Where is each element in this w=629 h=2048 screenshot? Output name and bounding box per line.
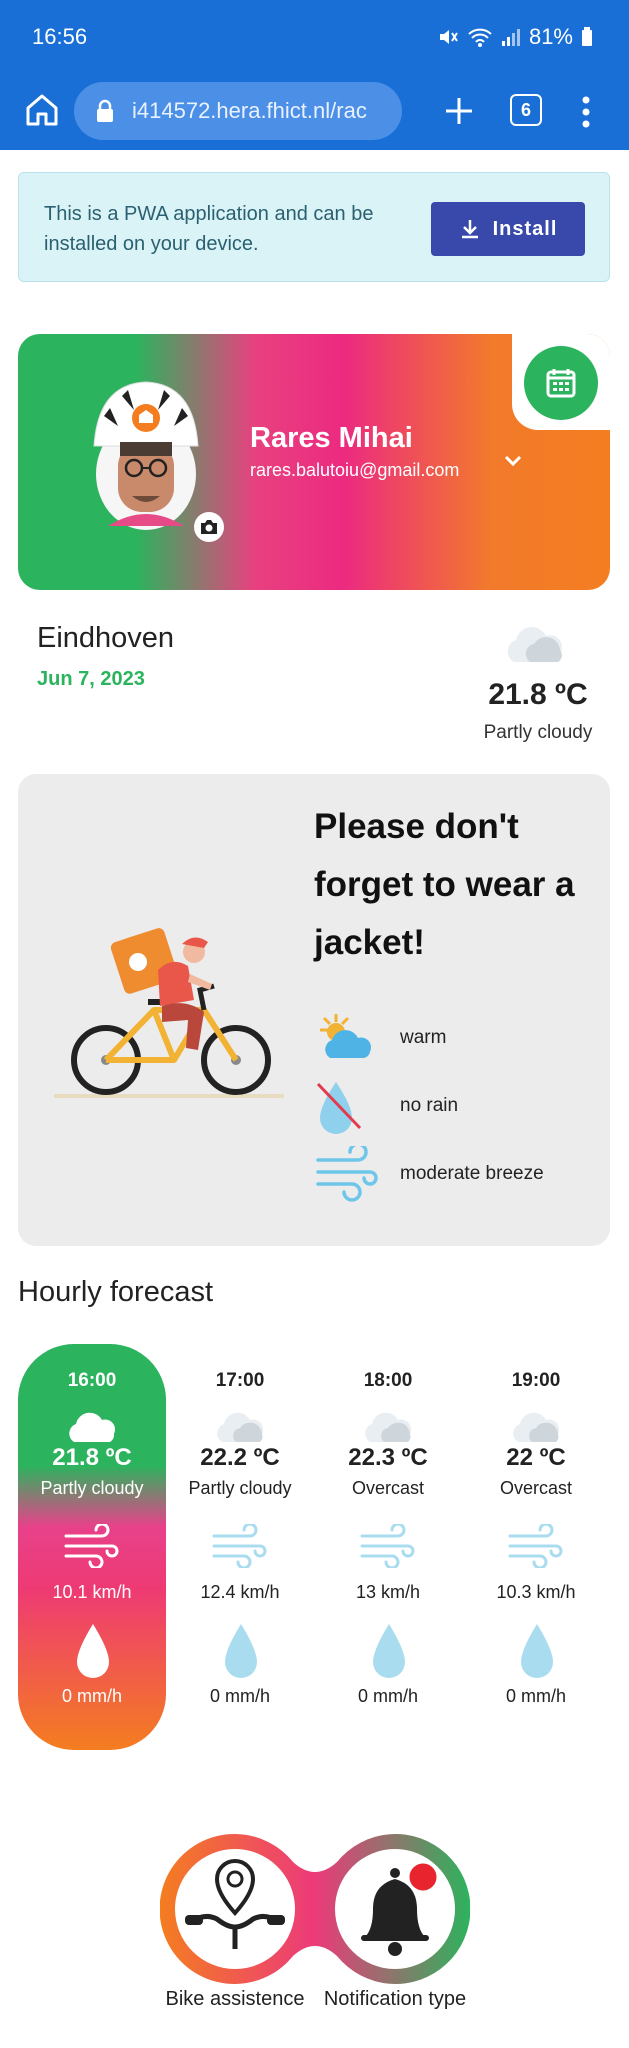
hour-condition: Partly cloudy: [40, 1478, 144, 1498]
hour-condition: Overcast: [499, 1478, 573, 1498]
current-condition: Partly cloudy: [483, 722, 593, 743]
profile-card: Rares Mihai rares.balutoiu@gmail.com: [18, 334, 610, 590]
bike-assistance-button[interactable]: [175, 1849, 295, 1969]
advice-card: Please don't forget to wear a jacket! wa…: [18, 774, 610, 1246]
wifi-icon: [468, 28, 492, 47]
overcast-icon: [513, 1412, 560, 1442]
download-icon: [461, 220, 478, 239]
hour-wind: 10.3 km/h: [496, 1582, 576, 1602]
overcast-icon: [365, 1412, 412, 1442]
battery-percent: 81%: [528, 24, 573, 49]
raindrop-icon: [521, 1624, 553, 1678]
raindrop-icon: [77, 1624, 109, 1678]
hour-temp: 22.3 ºC: [348, 1444, 428, 1471]
hour-wind: 13 km/h: [355, 1582, 421, 1602]
raindrop-icon: [373, 1624, 405, 1678]
advice-label-breeze: moderate breeze: [400, 1163, 544, 1184]
more-menu-icon[interactable]: [576, 90, 596, 134]
hourly-item[interactable]: 19:00 22 ºC Overcast 10.3 km/h 0 mm/h: [462, 1344, 610, 1750]
hour-time: 17:00: [215, 1370, 265, 1391]
profile-name: Rares Mihai: [250, 422, 413, 454]
chevron-down-icon[interactable]: [500, 448, 526, 474]
install-label: Install: [492, 217, 558, 240]
advice-label-no-rain: no rain: [400, 1095, 459, 1116]
advice-item-warm: warm: [314, 1010, 446, 1066]
hour-condition: Partly cloudy: [188, 1478, 292, 1498]
browser-toolbar: i414572.hera.fhict.nl/rac 6: [0, 72, 629, 150]
sun-cloud-icon: [320, 1014, 372, 1058]
pwa-install-banner: This is a PWA application and can be ins…: [18, 172, 610, 282]
partly-cloudy-icon: [217, 1412, 264, 1442]
hour-temp: 22 ºC: [506, 1444, 566, 1471]
camera-icon: [201, 520, 217, 534]
cyclist-illustration: [54, 928, 284, 1098]
hour-rain: 0 mm/h: [357, 1686, 418, 1706]
wind-icon: [508, 1524, 563, 1568]
new-tab-icon[interactable]: [436, 88, 482, 134]
status-bar: 16:56 81%: [0, 0, 629, 72]
hour-time: 18:00: [363, 1370, 413, 1391]
url-text[interactable]: i414572.hera.fhict.nl/rac: [132, 98, 367, 124]
hour-rain: 0 mm/h: [505, 1686, 566, 1706]
bell-icon: [361, 1860, 440, 1956]
advice-label-warm: warm: [400, 1027, 447, 1048]
address-bar[interactable]: i414572.hera.fhict.nl/rac: [74, 82, 402, 140]
pwa-message: This is a PWA application and can be ins…: [44, 203, 374, 255]
hour-rain: 0 mm/h: [61, 1686, 122, 1706]
tab-switcher-button[interactable]: 6: [510, 94, 542, 126]
avatar[interactable]: [84, 376, 208, 536]
calendar-button[interactable]: [524, 346, 598, 420]
hourly-forecast-title: Hourly forecast: [18, 1276, 214, 1308]
raindrop-icon: [225, 1624, 257, 1678]
battery-icon: [582, 27, 592, 46]
lock-icon: [97, 99, 113, 122]
install-button[interactable]: Install: [431, 202, 585, 256]
hour-time: 16:00: [67, 1370, 117, 1391]
current-temperature: 21.8 ºC: [488, 678, 588, 711]
advice-item-breeze: moderate breeze: [314, 1146, 544, 1202]
wind-icon: [360, 1524, 415, 1568]
hour-wind: 10.1 km/h: [52, 1582, 132, 1602]
bike-assistance-label: Bike assistence: [165, 1988, 305, 2010]
status-icons: 81%: [437, 24, 593, 50]
hour-time: 19:00: [511, 1370, 561, 1391]
partly-cloudy-icon: [69, 1412, 116, 1442]
signal-icon: [501, 29, 520, 46]
calendar-icon: [546, 369, 576, 398]
status-time: 16:56: [32, 24, 88, 49]
hour-wind: 12.4 km/h: [200, 1582, 280, 1602]
profile-email: rares.balutoiu@gmail.com: [250, 460, 460, 480]
home-icon[interactable]: [20, 88, 64, 132]
wind-icon: [212, 1524, 267, 1568]
current-date: Jun 7, 2023: [37, 668, 145, 690]
hourly-item[interactable]: 16:00 21.8 ºC Partly cloudy 10.1 km/h 0 …: [18, 1344, 166, 1750]
partly-cloudy-icon: [507, 627, 563, 662]
bike-assist-icon: [185, 1858, 285, 1949]
mute-icon: [439, 30, 458, 44]
hour-rain: 0 mm/h: [209, 1686, 270, 1706]
hour-temp: 21.8 ºC: [52, 1444, 132, 1471]
advice-headline: Please don't forget to wear a jacket!: [314, 807, 575, 962]
wind-icon: [316, 1146, 378, 1202]
notification-type-label: Notification type: [323, 1988, 467, 2010]
notification-type-button[interactable]: [335, 1849, 455, 1969]
hour-condition: Overcast: [351, 1478, 425, 1498]
wind-icon: [64, 1524, 119, 1568]
advice-item-no-rain: no rain: [314, 1078, 458, 1134]
no-rain-icon: [316, 1082, 362, 1134]
hour-temp: 22.2 ºC: [200, 1444, 280, 1471]
change-photo-button[interactable]: [194, 512, 224, 542]
hourly-item[interactable]: 17:00 22.2 ºC Partly cloudy 12.4 km/h 0 …: [166, 1344, 314, 1750]
city-name: Eindhoven: [37, 622, 175, 654]
hourly-item[interactable]: 18:00 22.3 ºC Overcast 13 km/h 0 mm/h: [314, 1344, 462, 1750]
